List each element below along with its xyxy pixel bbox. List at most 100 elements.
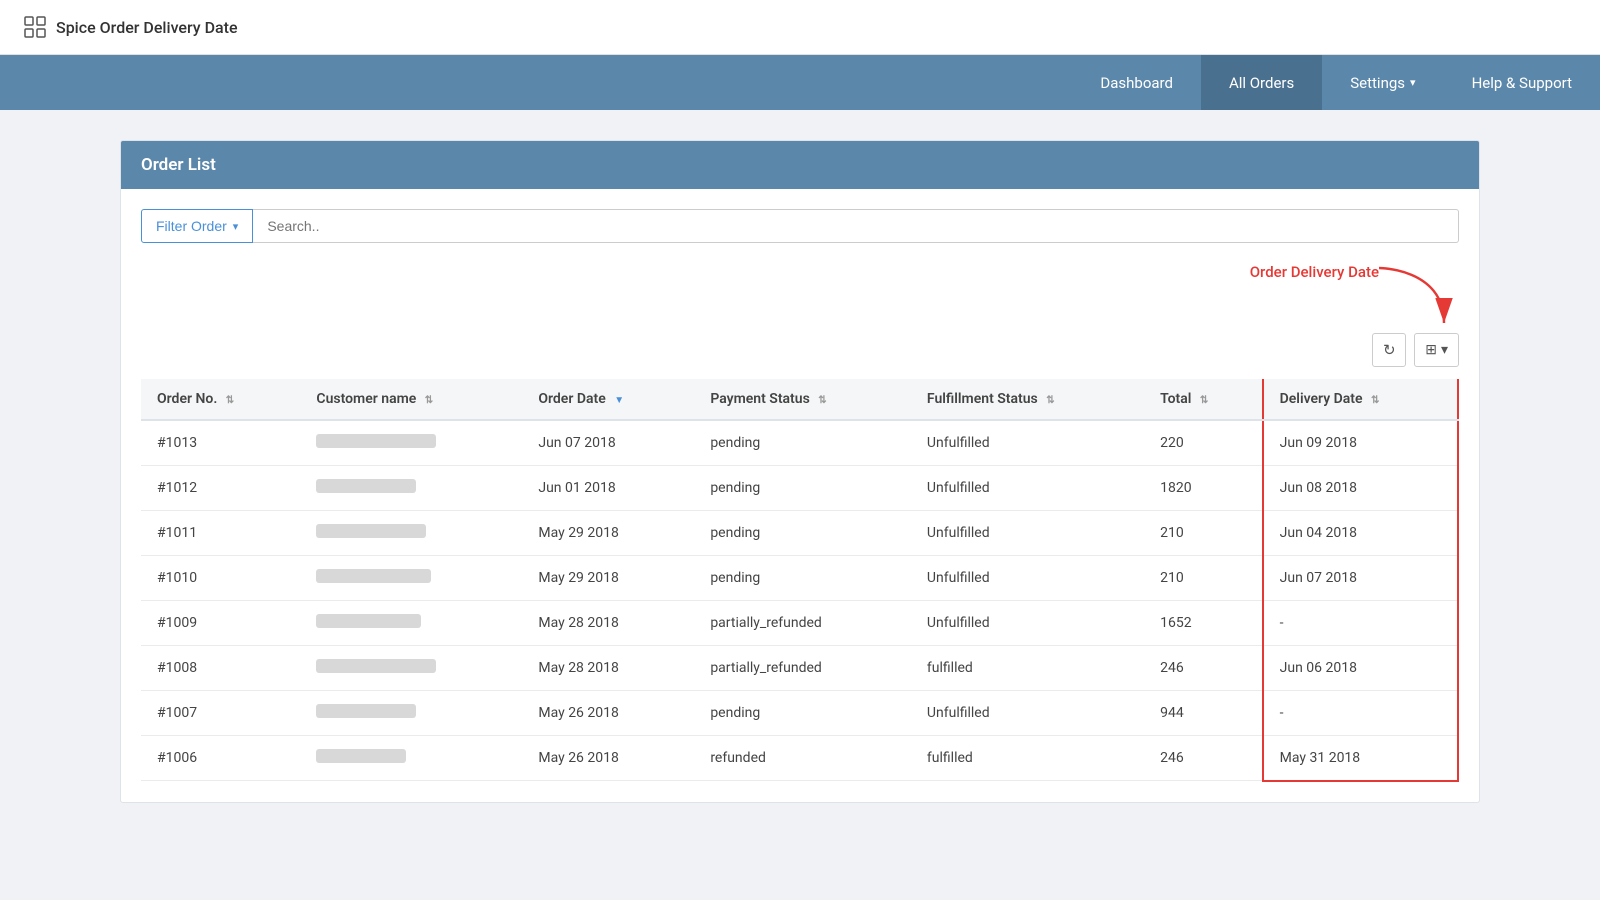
cell-customer-name <box>300 646 522 691</box>
cell-total: 210 <box>1144 556 1263 601</box>
orders-table-body: #1013 Jun 07 2018 pending Unfulfilled 22… <box>141 420 1458 781</box>
app-top-bar: Spice Order Delivery Date <box>0 0 1600 55</box>
customer-name-placeholder <box>316 569 431 583</box>
annotation-label: Order Delivery Date <box>1250 263 1379 281</box>
cell-fulfillment-status: Unfulfilled <box>911 601 1144 646</box>
table-row: #1008 May 28 2018 partially_refunded ful… <box>141 646 1458 691</box>
cell-fulfillment-status: Unfulfilled <box>911 691 1144 736</box>
cell-customer-name <box>300 601 522 646</box>
card-body: Filter Order ▾ Order Delivery Date <box>121 189 1479 802</box>
cell-total: 246 <box>1144 646 1263 691</box>
cell-payment-status: pending <box>694 691 911 736</box>
customer-name-placeholder <box>316 749 406 763</box>
order-list-card: Order List Filter Order ▾ Order Delivery… <box>120 140 1480 803</box>
cell-delivery-date: Jun 06 2018 <box>1263 646 1458 691</box>
cell-order-no: #1012 <box>141 466 300 511</box>
col-order-no: Order No. ⇅ <box>141 379 300 420</box>
table-row: #1007 May 26 2018 pending Unfulfilled 94… <box>141 691 1458 736</box>
col-order-date: Order Date ▼ <box>522 379 694 420</box>
col-fulfillment-status: Fulfillment Status ⇅ <box>911 379 1144 420</box>
table-row: #1013 Jun 07 2018 pending Unfulfilled 22… <box>141 420 1458 466</box>
table-row: #1010 May 29 2018 pending Unfulfilled 21… <box>141 556 1458 601</box>
app-title: Spice Order Delivery Date <box>56 18 238 37</box>
cell-total: 944 <box>1144 691 1263 736</box>
filter-order-button[interactable]: Filter Order ▾ <box>141 209 253 243</box>
customer-name-placeholder <box>316 479 416 493</box>
table-row: #1011 May 29 2018 pending Unfulfilled 21… <box>141 511 1458 556</box>
cell-order-no: #1011 <box>141 511 300 556</box>
cell-payment-status: refunded <box>694 736 911 781</box>
nav-dashboard[interactable]: Dashboard <box>1072 55 1201 110</box>
sort-icon-delivery: ⇅ <box>1371 395 1379 406</box>
cell-order-date: Jun 01 2018 <box>522 466 694 511</box>
cell-order-no: #1007 <box>141 691 300 736</box>
cell-delivery-date: Jun 09 2018 <box>1263 420 1458 466</box>
col-payment-status: Payment Status ⇅ <box>694 379 911 420</box>
header-row: Order No. ⇅ Customer name ⇅ Order Date ▼ <box>141 379 1458 420</box>
nav-help-support[interactable]: Help & Support <box>1444 55 1600 110</box>
cell-delivery-date: Jun 04 2018 <box>1263 511 1458 556</box>
cell-order-date: May 28 2018 <box>522 601 694 646</box>
col-customer-name: Customer name ⇅ <box>300 379 522 420</box>
cell-fulfillment-status: Unfulfilled <box>911 466 1144 511</box>
cell-order-no: #1009 <box>141 601 300 646</box>
cell-customer-name <box>300 420 522 466</box>
sort-icon-order-date: ▼ <box>614 395 624 406</box>
nav-all-orders[interactable]: All Orders <box>1201 55 1322 110</box>
nav-settings[interactable]: Settings ▾ <box>1322 55 1443 110</box>
cell-delivery-date: May 31 2018 <box>1263 736 1458 781</box>
cell-total: 210 <box>1144 511 1263 556</box>
cell-order-date: Jun 07 2018 <box>522 420 694 466</box>
cell-fulfillment-status: fulfilled <box>911 646 1144 691</box>
cell-order-date: May 26 2018 <box>522 736 694 781</box>
cell-total: 220 <box>1144 420 1263 466</box>
settings-chevron-icon: ▾ <box>1410 76 1416 89</box>
sort-icon-total: ⇅ <box>1200 395 1208 406</box>
card-header: Order List <box>121 141 1479 189</box>
cell-payment-status: partially_refunded <box>694 646 911 691</box>
col-delivery-date: Delivery Date ⇅ <box>1263 379 1458 420</box>
cell-total: 1820 <box>1144 466 1263 511</box>
sort-icon-fulfillment: ⇅ <box>1046 395 1054 406</box>
table-row: #1006 May 26 2018 refunded fulfilled 246… <box>141 736 1458 781</box>
cell-payment-status: pending <box>694 466 911 511</box>
cell-payment-status: partially_refunded <box>694 601 911 646</box>
customer-name-placeholder <box>316 524 426 538</box>
nav-bar: Dashboard All Orders Settings ▾ Help & S… <box>0 55 1600 110</box>
cell-order-date: May 28 2018 <box>522 646 694 691</box>
cell-total: 1652 <box>1144 601 1263 646</box>
app-icon <box>24 16 46 38</box>
table-header: Order No. ⇅ Customer name ⇅ Order Date ▼ <box>141 379 1458 420</box>
cell-customer-name <box>300 511 522 556</box>
filter-row: Filter Order ▾ <box>141 209 1459 243</box>
cell-order-no: #1006 <box>141 736 300 781</box>
cell-fulfillment-status: Unfulfilled <box>911 511 1144 556</box>
cell-order-no: #1010 <box>141 556 300 601</box>
customer-name-placeholder <box>316 434 436 448</box>
red-arrow-annotation <box>1369 263 1459 347</box>
cell-fulfillment-status: fulfilled <box>911 736 1144 781</box>
cell-fulfillment-status: Unfulfilled <box>911 420 1144 466</box>
cell-customer-name <box>300 466 522 511</box>
sort-icon-payment: ⇅ <box>818 395 826 406</box>
cell-delivery-date: - <box>1263 601 1458 646</box>
cell-order-date: May 29 2018 <box>522 511 694 556</box>
filter-chevron-icon: ▾ <box>233 220 239 233</box>
search-input[interactable] <box>253 209 1459 243</box>
customer-name-placeholder <box>316 704 416 718</box>
col-total: Total ⇅ <box>1144 379 1263 420</box>
cell-order-date: May 26 2018 <box>522 691 694 736</box>
cell-order-no: #1008 <box>141 646 300 691</box>
cell-payment-status: pending <box>694 420 911 466</box>
cell-order-no: #1013 <box>141 420 300 466</box>
table-row: #1009 May 28 2018 partially_refunded Unf… <box>141 601 1458 646</box>
annotation-row: Order Delivery Date <box>141 263 1459 343</box>
cell-order-date: May 29 2018 <box>522 556 694 601</box>
customer-name-placeholder <box>316 614 421 628</box>
cell-fulfillment-status: Unfulfilled <box>911 556 1144 601</box>
cell-delivery-date: - <box>1263 691 1458 736</box>
cell-delivery-date: Jun 08 2018 <box>1263 466 1458 511</box>
table-row: #1012 Jun 01 2018 pending Unfulfilled 18… <box>141 466 1458 511</box>
cell-payment-status: pending <box>694 511 911 556</box>
cell-total: 246 <box>1144 736 1263 781</box>
